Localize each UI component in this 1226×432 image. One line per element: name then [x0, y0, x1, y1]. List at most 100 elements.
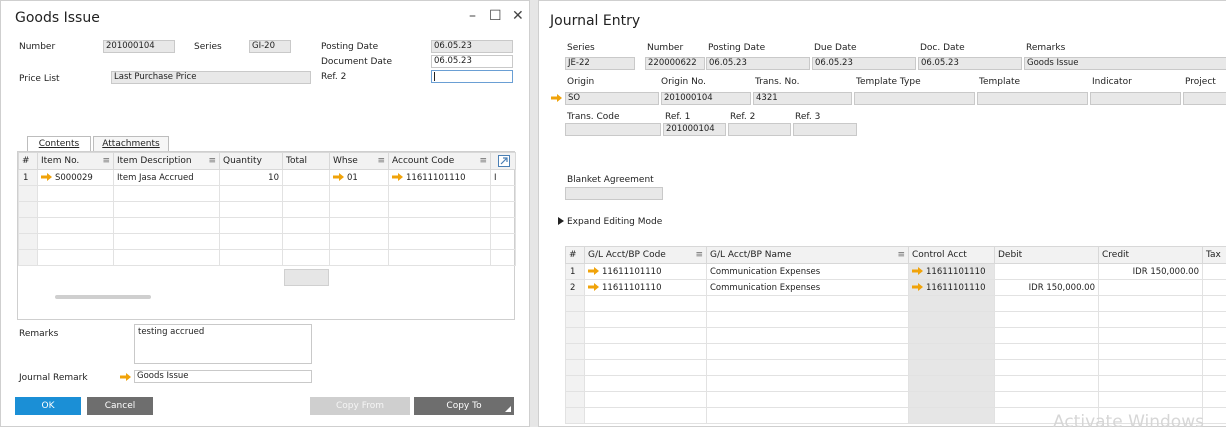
cell[interactable]: [707, 360, 909, 376]
link-arrow-icon[interactable]: [912, 283, 923, 291]
origin-no-field[interactable]: 201000104: [661, 92, 751, 105]
cell[interactable]: [389, 202, 491, 218]
cell[interactable]: [114, 250, 220, 266]
cell[interactable]: [909, 296, 995, 312]
debit-cell[interactable]: IDR 150,000.00: [995, 280, 1099, 296]
cell[interactable]: [330, 186, 389, 202]
control-acct-cell[interactable]: 11611101110: [909, 280, 995, 296]
expand-editing-mode-link[interactable]: Expand Editing Mode: [567, 217, 662, 227]
posting-date-field[interactable]: 06.05.23: [431, 40, 513, 53]
cell[interactable]: [1099, 296, 1203, 312]
link-arrow-icon[interactable]: [588, 267, 599, 275]
cell[interactable]: [114, 202, 220, 218]
form-settings-icon[interactable]: [491, 153, 516, 170]
cell[interactable]: [220, 218, 283, 234]
cell[interactable]: [283, 218, 330, 234]
cell[interactable]: [1099, 312, 1203, 328]
cell[interactable]: [283, 250, 330, 266]
cancel-button[interactable]: Cancel: [87, 397, 153, 415]
cell[interactable]: [389, 234, 491, 250]
table-row[interactable]: [566, 360, 1226, 376]
cell[interactable]: [707, 312, 909, 328]
minimize-icon[interactable]: –: [469, 9, 476, 23]
horizontal-scrollbar[interactable]: [55, 295, 151, 299]
cell[interactable]: [491, 202, 516, 218]
copy-to-button[interactable]: Copy To: [414, 397, 514, 415]
cell[interactable]: [389, 186, 491, 202]
table-row[interactable]: [566, 376, 1226, 392]
table-row[interactable]: [566, 344, 1226, 360]
cell[interactable]: [330, 234, 389, 250]
item-description-cell[interactable]: Item Jasa Accrued: [114, 170, 220, 186]
ref3-field[interactable]: [793, 123, 857, 136]
cell[interactable]: [707, 296, 909, 312]
cell[interactable]: [1203, 360, 1226, 376]
cell[interactable]: [38, 250, 114, 266]
cell[interactable]: [995, 328, 1099, 344]
cell[interactable]: [38, 202, 114, 218]
cell[interactable]: [707, 376, 909, 392]
ref2-field[interactable]: [728, 123, 791, 136]
quantity-cell[interactable]: 10: [220, 170, 283, 186]
cell[interactable]: [909, 360, 995, 376]
cell[interactable]: [707, 392, 909, 408]
gl-name-cell[interactable]: Communication Expenses: [707, 280, 909, 296]
cell[interactable]: [909, 344, 995, 360]
cell[interactable]: [114, 234, 220, 250]
cell[interactable]: [585, 408, 707, 424]
link-arrow-icon[interactable]: [912, 267, 923, 275]
cell[interactable]: [707, 344, 909, 360]
posting-date-field[interactable]: 06.05.23: [706, 57, 810, 70]
extra-cell[interactable]: I: [491, 170, 516, 186]
tax-cell[interactable]: [1203, 280, 1226, 296]
table-row[interactable]: [19, 186, 516, 202]
gl-code-cell[interactable]: 11611101110: [585, 280, 707, 296]
link-arrow-icon[interactable]: [333, 173, 344, 181]
table-row[interactable]: 2 11611101110 Communication Expenses 116…: [566, 280, 1226, 296]
table-row[interactable]: [566, 328, 1226, 344]
tab-attachments[interactable]: Attachments: [93, 136, 169, 151]
credit-cell[interactable]: [1099, 280, 1203, 296]
item-no-cell[interactable]: S000029: [38, 170, 114, 186]
cell[interactable]: [491, 218, 516, 234]
cell[interactable]: [330, 218, 389, 234]
table-row[interactable]: 1 11611101110 Communication Expenses 116…: [566, 264, 1226, 280]
cell[interactable]: [38, 234, 114, 250]
series-field[interactable]: JE-22: [565, 57, 635, 70]
cell[interactable]: [909, 392, 995, 408]
col-header-item-no[interactable]: Item No.≡: [38, 153, 114, 170]
table-row[interactable]: [566, 296, 1226, 312]
cell[interactable]: [995, 360, 1099, 376]
copy-from-button[interactable]: Copy From: [310, 397, 410, 415]
cell[interactable]: [909, 408, 995, 424]
trans-no-field[interactable]: 4321: [753, 92, 852, 105]
cell[interactable]: [707, 328, 909, 344]
cell[interactable]: [220, 234, 283, 250]
cell[interactable]: [1099, 376, 1203, 392]
ref1-field[interactable]: 201000104: [663, 123, 726, 136]
maximize-icon[interactable]: ☐: [489, 9, 502, 23]
cell[interactable]: [114, 218, 220, 234]
cell[interactable]: [995, 312, 1099, 328]
cell[interactable]: [909, 312, 995, 328]
cell[interactable]: [707, 408, 909, 424]
cell[interactable]: [1203, 392, 1226, 408]
col-header-quantity[interactable]: Quantity: [220, 153, 283, 170]
col-header-credit[interactable]: Credit: [1099, 247, 1203, 264]
cell[interactable]: [995, 392, 1099, 408]
series-select[interactable]: GI-20: [249, 40, 291, 53]
blanket-agreement-field[interactable]: [565, 187, 663, 200]
cell[interactable]: [491, 250, 516, 266]
col-header-gl-code[interactable]: G/L Acct/BP Code≡: [585, 247, 707, 264]
cell[interactable]: [220, 186, 283, 202]
table-row[interactable]: 1 S000029 Item Jasa Accrued 10 01 116111…: [19, 170, 516, 186]
cell[interactable]: [585, 360, 707, 376]
cell[interactable]: [389, 218, 491, 234]
origin-field[interactable]: SO: [565, 92, 659, 105]
indicator-field[interactable]: [1090, 92, 1181, 105]
col-header-tax[interactable]: Tax: [1203, 247, 1226, 264]
cell[interactable]: [909, 376, 995, 392]
cell[interactable]: [585, 296, 707, 312]
col-header-account-code[interactable]: Account Code≡: [389, 153, 491, 170]
table-row[interactable]: [19, 218, 516, 234]
